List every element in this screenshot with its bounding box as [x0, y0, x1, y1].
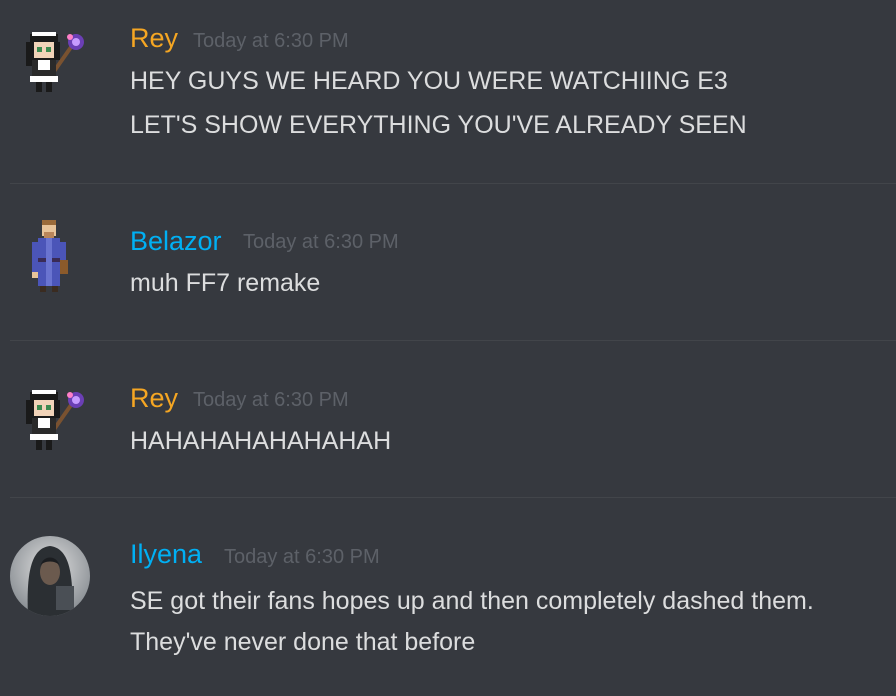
timestamp: Today at 6:30 PM [243, 231, 399, 253]
message-text: muh FF7 remake [130, 269, 321, 297]
message-group: Ilyena Today at 6:30 PM SE got their fan… [0, 498, 896, 696]
username[interactable]: Rey [130, 382, 178, 414]
timestamp: Today at 6:30 PM [224, 546, 380, 568]
avatar-pixel-robed-figure-icon[interactable] [10, 218, 90, 298]
message-text: LET'S SHOW EVERYTHING YOU'VE ALREADY SEE… [130, 111, 747, 139]
message-text: They've never done that before [130, 628, 476, 656]
timestamp: Today at 6:30 PM [193, 389, 349, 411]
username[interactable]: Ilyena [130, 538, 202, 570]
avatar-pixel-maid-icon[interactable] [10, 20, 90, 100]
message-group: Belazor Today at 6:30 PM muh FF7 remake [0, 184, 896, 341]
chat-messages: Rey Today at 6:30 PM HEY GUYS WE HEARD Y… [0, 0, 896, 696]
timestamp: Today at 6:30 PM [193, 30, 349, 52]
message-text: SE got their fans hopes up and then comp… [130, 587, 814, 615]
message-group: Rey Today at 6:30 PM HAHAHAHAHAHAHAH [0, 341, 896, 499]
message-text: HEY GUYS WE HEARD YOU WERE WATCHIING E3 [130, 67, 728, 95]
avatar-pixel-maid-icon[interactable] [10, 378, 90, 458]
username[interactable]: Rey [130, 22, 178, 54]
avatar-hooded-figure-photo-icon[interactable] [10, 536, 90, 616]
message-text: HAHAHAHAHAHAHAH [130, 427, 392, 455]
username[interactable]: Belazor [130, 225, 222, 257]
message-group: Rey Today at 6:30 PM HEY GUYS WE HEARD Y… [0, 0, 896, 184]
